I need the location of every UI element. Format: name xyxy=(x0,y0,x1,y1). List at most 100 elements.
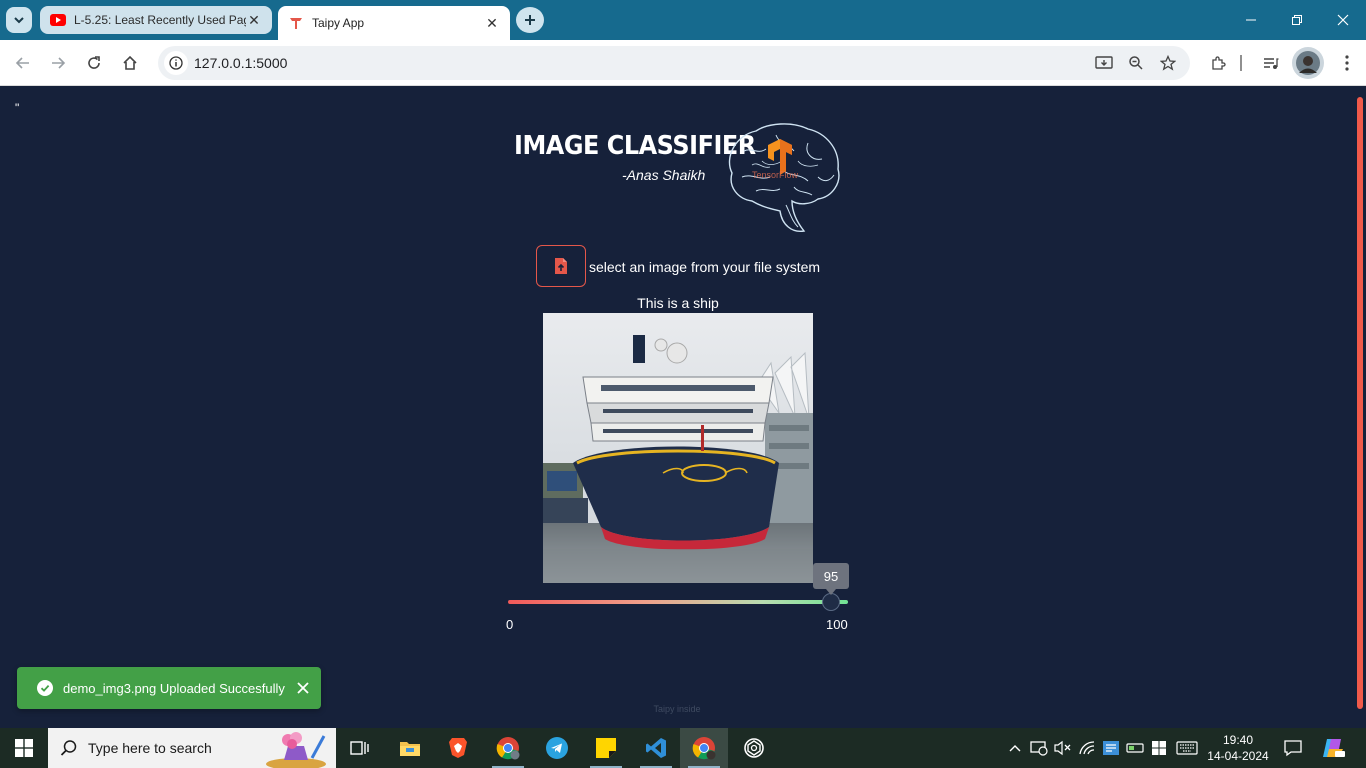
task-view-button[interactable] xyxy=(336,728,384,768)
home-button[interactable] xyxy=(117,50,143,76)
classification-result: This is a ship xyxy=(637,295,719,311)
clock-date: 14-04-2024 xyxy=(1207,749,1269,763)
vscode-button[interactable] xyxy=(632,728,680,768)
slider-thumb[interactable] xyxy=(822,593,840,611)
chrome-icon xyxy=(496,737,520,760)
telegram-button[interactable] xyxy=(533,728,581,768)
tab-title: L-5.25: Least Recently Used Pag xyxy=(74,13,246,27)
tab-title: Taipy App xyxy=(312,16,365,30)
folder-icon xyxy=(400,742,420,756)
volume-muted-icon xyxy=(1054,740,1071,756)
storage-icon xyxy=(1126,743,1144,753)
taskbar-clock[interactable]: 19:40 14-04-2024 xyxy=(1204,732,1272,764)
close-window-button[interactable] xyxy=(1320,0,1366,40)
more-vertical-icon xyxy=(1345,55,1349,71)
media-controls-button[interactable] xyxy=(1258,50,1284,76)
show-hidden-icons[interactable] xyxy=(1004,728,1026,768)
chatgpt-button[interactable] xyxy=(730,728,778,768)
upload-file-button[interactable] xyxy=(536,245,586,287)
search-highlight-icon xyxy=(266,732,326,768)
arrow-left-icon xyxy=(15,57,29,69)
tray-app-1[interactable] xyxy=(1100,728,1122,768)
browser-menu-button[interactable] xyxy=(1334,50,1360,76)
success-toast: demo_img3.png Uploaded Succesfully xyxy=(17,667,321,709)
tensorflow-label: TensorFlow xyxy=(752,170,799,180)
avatar-icon xyxy=(1296,51,1320,75)
openai-icon xyxy=(744,738,764,758)
extensions-button[interactable] xyxy=(1205,50,1231,76)
search-placeholder: Type here to search xyxy=(88,740,212,756)
home-icon xyxy=(123,55,137,70)
tab-search-button[interactable] xyxy=(6,7,32,33)
taipy-icon xyxy=(288,15,304,31)
brave-browser-button[interactable] xyxy=(434,728,482,768)
slider-min-label: 0 xyxy=(506,617,514,632)
page-scrollbar[interactable] xyxy=(1354,87,1366,728)
zoom-button[interactable] xyxy=(1123,50,1149,76)
notification-icon xyxy=(1284,740,1302,757)
chevron-down-icon xyxy=(14,17,24,24)
chrome-active-button[interactable] xyxy=(680,728,728,768)
toast-message: demo_img3.png Uploaded Succesfully xyxy=(63,680,285,696)
start-button[interactable] xyxy=(0,728,48,768)
telegram-icon xyxy=(546,737,568,759)
slider-value-tooltip: 95 xyxy=(813,563,849,595)
restore-icon xyxy=(1292,15,1302,25)
close-icon[interactable]: ✕ xyxy=(484,15,500,32)
tray-wifi[interactable] xyxy=(1076,728,1098,768)
url-text: 127.0.0.1:5000 xyxy=(194,55,288,71)
chrome-icon xyxy=(692,737,716,760)
back-button[interactable] xyxy=(10,50,36,76)
close-icon[interactable] xyxy=(297,682,309,694)
star-icon xyxy=(1160,55,1176,71)
zoom-icon xyxy=(1129,56,1143,70)
file-explorer-button[interactable] xyxy=(386,728,434,768)
restore-button[interactable] xyxy=(1274,0,1320,40)
reload-button[interactable] xyxy=(81,50,107,76)
windows-logo-icon xyxy=(15,739,33,757)
plus-icon xyxy=(525,15,535,25)
clock-time: 19:40 xyxy=(1222,733,1254,747)
tab-taipy-app[interactable]: Taipy App ✕ xyxy=(278,6,510,40)
youtube-icon xyxy=(50,12,66,28)
tray-keyboard[interactable] xyxy=(1174,728,1200,768)
vscode-icon xyxy=(646,738,666,758)
tray-battery-saver[interactable] xyxy=(1028,728,1050,768)
brave-icon xyxy=(449,738,467,758)
new-tab-button[interactable] xyxy=(516,7,544,33)
chrome-profile-button[interactable] xyxy=(484,728,532,768)
sticky-notes-button[interactable] xyxy=(582,728,630,768)
task-view-icon xyxy=(350,741,369,755)
taskbar-search[interactable]: Type here to search xyxy=(48,728,336,768)
confidence-slider[interactable]: 95 xyxy=(508,563,849,611)
install-app-button[interactable] xyxy=(1091,50,1117,76)
minimize-button[interactable] xyxy=(1228,0,1274,40)
stray-text: " xyxy=(15,101,20,115)
forward-button[interactable] xyxy=(45,50,71,76)
browser-toolbar: 127.0.0.1:5000 xyxy=(0,40,1366,86)
copilot-button[interactable] xyxy=(1318,728,1348,768)
tab-youtube[interactable]: L-5.25: Least Recently Used Pag ✕ xyxy=(40,6,272,34)
tray-app-2[interactable] xyxy=(1124,728,1146,768)
tray-volume[interactable] xyxy=(1052,728,1074,768)
sticky-notes-icon xyxy=(596,738,616,758)
bookmark-button[interactable] xyxy=(1155,50,1181,76)
browser-tab-bar: L-5.25: Least Recently Used Pag ✕ Taipy … xyxy=(0,0,1366,40)
tray-security[interactable] xyxy=(1148,728,1170,768)
copilot-icon xyxy=(1323,739,1345,757)
language-bar-icon xyxy=(1103,741,1119,755)
scrollbar-thumb[interactable] xyxy=(1357,97,1363,709)
minimize-icon xyxy=(1246,19,1256,21)
upload-label: select an image from your file system xyxy=(589,259,821,275)
keyboard-icon xyxy=(1176,741,1198,755)
close-icon[interactable]: ✕ xyxy=(246,12,262,29)
puzzle-icon xyxy=(1212,56,1226,70)
notifications-button[interactable] xyxy=(1280,728,1306,768)
site-info-icon[interactable] xyxy=(164,51,188,75)
slider-max-label: 100 xyxy=(826,617,848,632)
check-circle-icon xyxy=(37,680,53,696)
app-author: -Anas Shaikh xyxy=(622,167,706,183)
address-bar[interactable]: 127.0.0.1:5000 xyxy=(158,46,1190,80)
app-page: " IMAGE CLASSIFIER -Anas Shaikh TensorFl… xyxy=(0,87,1354,728)
profile-avatar[interactable] xyxy=(1292,47,1324,79)
